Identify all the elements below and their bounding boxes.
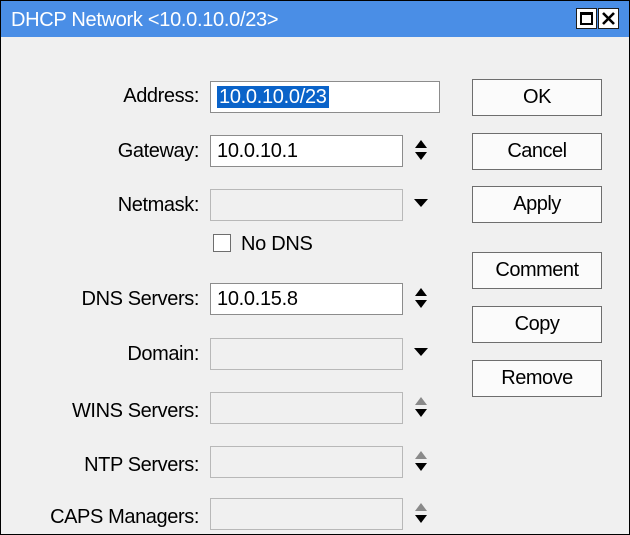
caps-managers-field[interactable] — [210, 498, 403, 530]
cancel-button[interactable]: Cancel — [472, 133, 602, 170]
dns-servers-label: DNS Servers: — [81, 288, 200, 310]
domain-label: Domain: — [127, 343, 199, 365]
wins-updown-icon[interactable] — [414, 396, 428, 418]
netmask-dropdown-icon[interactable] — [414, 198, 428, 208]
ntp-servers-field[interactable] — [210, 446, 403, 478]
netmask-label: Netmask: — [117, 194, 200, 216]
netmask-field[interactable] — [210, 189, 403, 221]
close-icon — [602, 12, 615, 25]
window-title: DHCP Network <10.0.10.0/23> — [11, 9, 279, 31]
dhcp-network-window: DHCP Network <10.0.10.0/23> Address: 10.… — [0, 0, 630, 535]
maximize-icon — [580, 12, 593, 25]
caps-managers-label: CAPS Managers: — [50, 506, 199, 528]
wins-servers-field[interactable] — [210, 392, 403, 424]
ntp-updown-icon[interactable] — [414, 450, 428, 472]
no-dns-label: No DNS — [241, 233, 313, 255]
dns-servers-field[interactable]: 10.0.15.8 — [210, 283, 403, 315]
address-label: Address: — [123, 85, 199, 107]
address-value: 10.0.10.0/23 — [217, 86, 329, 108]
title-bar[interactable]: DHCP Network <10.0.10.0/23> — [1, 1, 629, 37]
wins-servers-label: WINS Servers: — [71, 400, 199, 422]
gateway-value: 10.0.10.1 — [217, 140, 298, 162]
ok-button[interactable]: OK — [472, 79, 602, 116]
caps-updown-icon[interactable] — [414, 502, 428, 524]
ntp-servers-label: NTP Servers: — [84, 454, 199, 476]
dns-servers-value: 10.0.15.8 — [217, 288, 298, 310]
maximize-button[interactable] — [576, 8, 597, 29]
close-button[interactable] — [598, 8, 619, 29]
gateway-updown-icon[interactable] — [414, 139, 428, 161]
domain-dropdown-icon[interactable] — [414, 347, 428, 357]
remove-button[interactable]: Remove — [472, 360, 602, 397]
comment-button[interactable]: Comment — [472, 252, 602, 289]
gateway-label: Gateway: — [117, 140, 200, 162]
copy-button[interactable]: Copy — [472, 306, 602, 343]
domain-field[interactable] — [210, 338, 403, 370]
address-field[interactable]: 10.0.10.0/23 — [210, 81, 440, 113]
dns-updown-icon[interactable] — [414, 287, 428, 309]
apply-button[interactable]: Apply — [472, 186, 602, 223]
no-dns-checkbox[interactable] — [213, 234, 231, 252]
gateway-field[interactable]: 10.0.10.1 — [210, 135, 403, 167]
